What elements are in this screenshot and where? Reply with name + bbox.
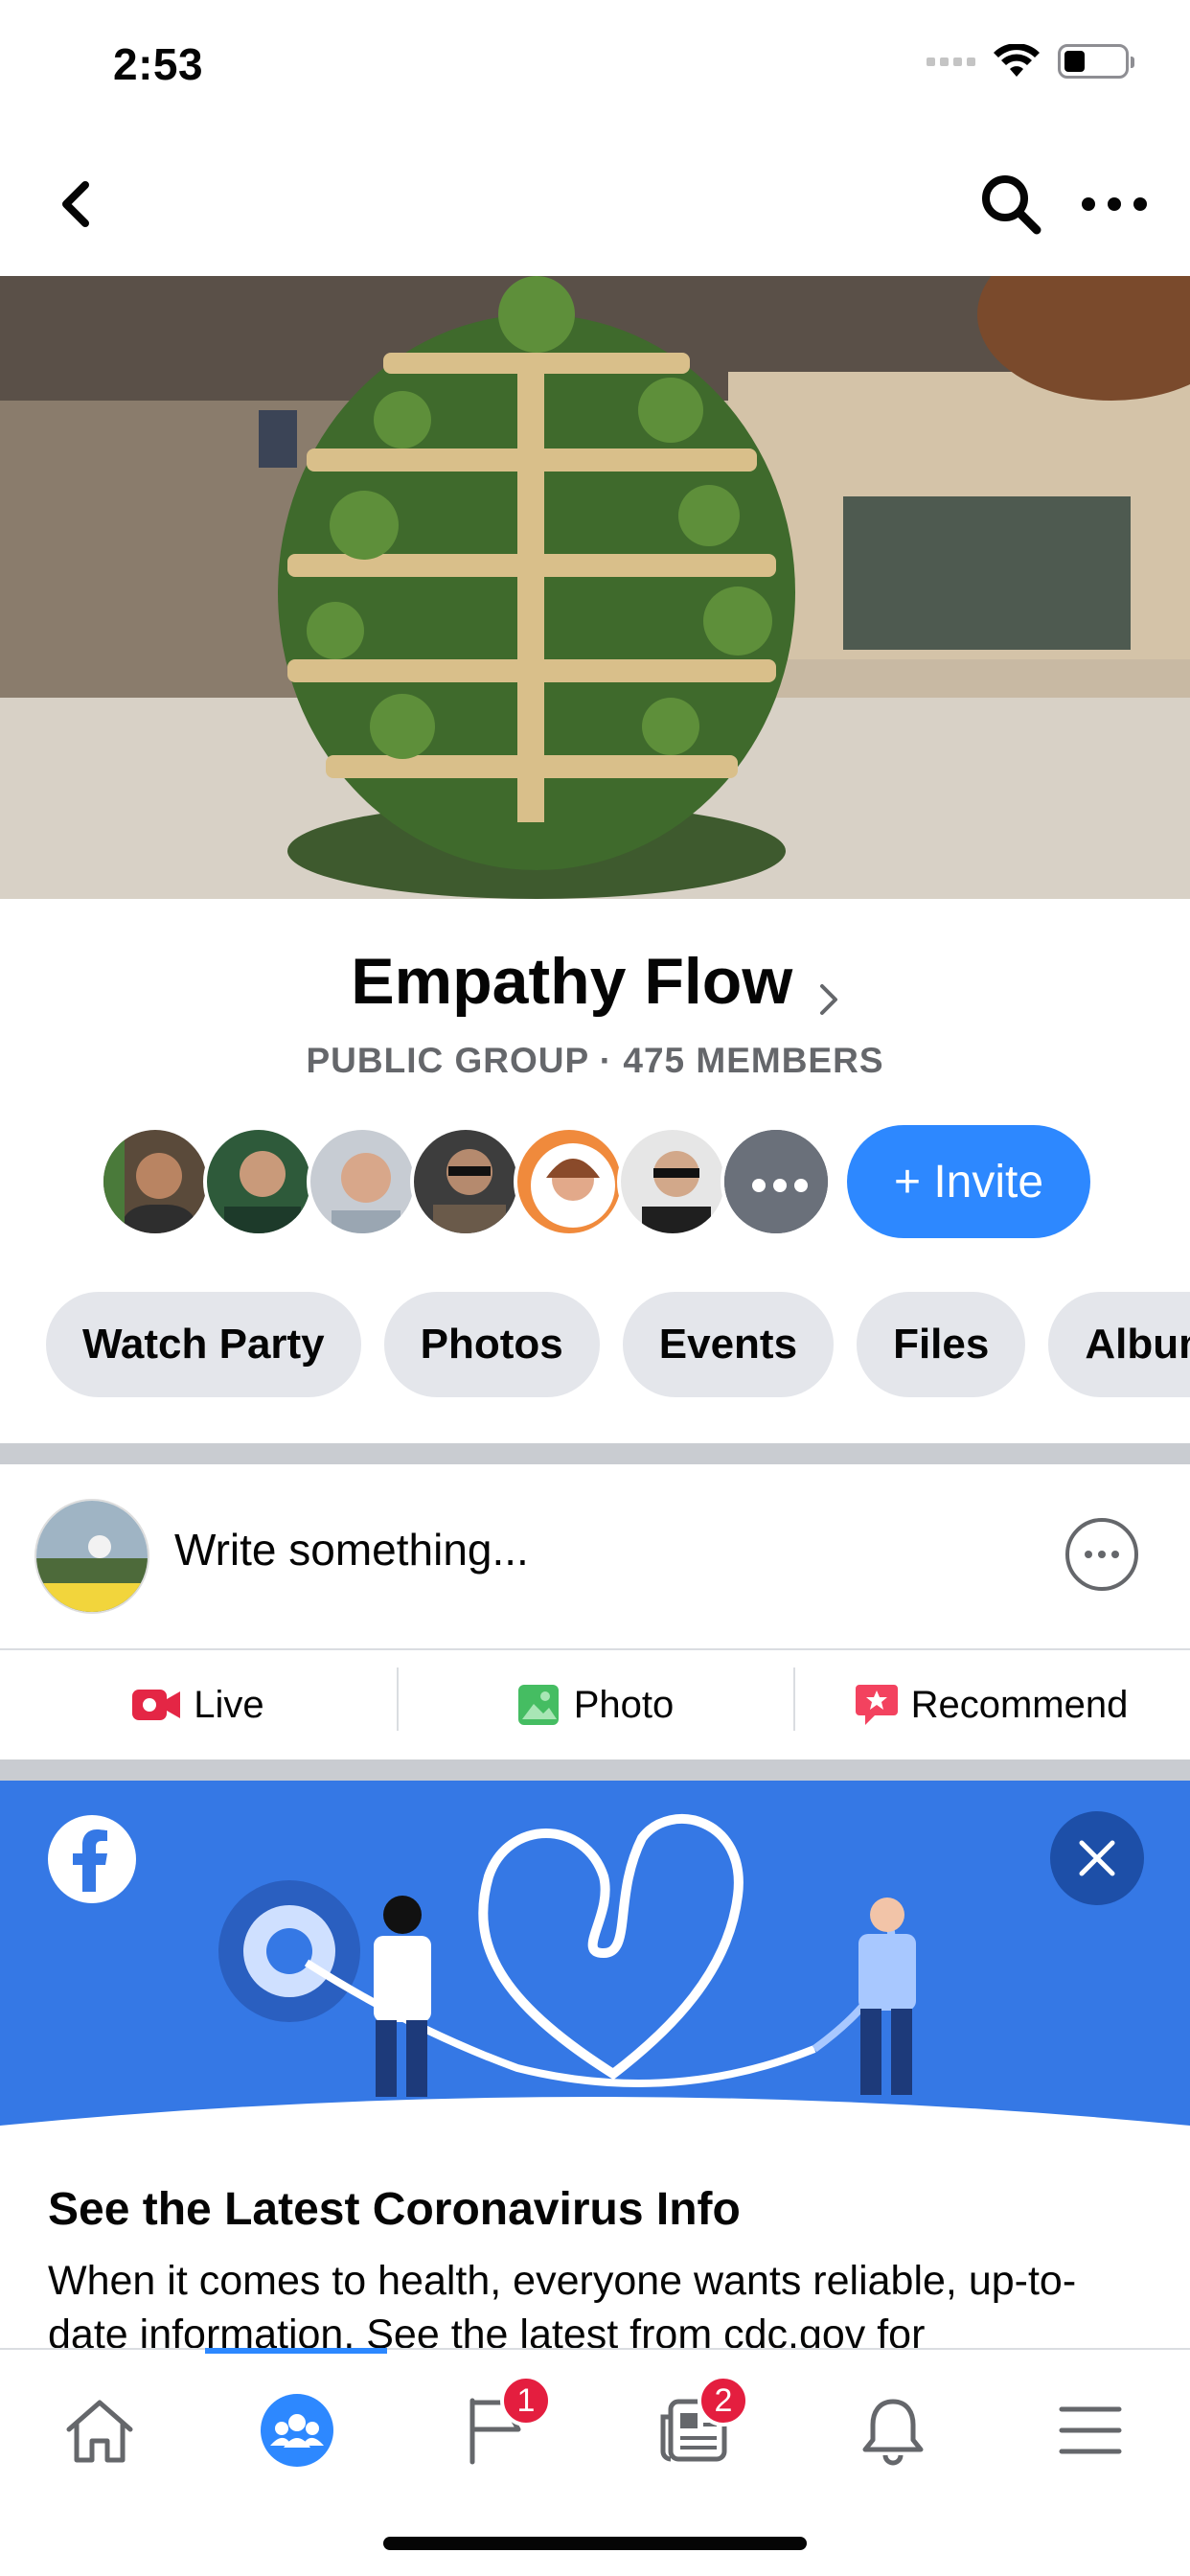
write-something-input[interactable]: Write something... [174,1524,529,1576]
close-icon [1079,1840,1115,1876]
divider [0,1648,1190,1650]
group-title-row[interactable]: Empathy Flow [0,944,1190,1019]
more-horizontal-icon [1082,197,1147,211]
chip-events[interactable]: Events [622,1292,835,1397]
recommend-icon [855,1685,898,1725]
tab-pages[interactable]: 1 [448,2375,552,2478]
wifi-icon [994,44,1040,77]
tab-menu[interactable] [1042,2382,1138,2478]
search-button[interactable] [977,171,1044,238]
member-avatar[interactable] [307,1126,418,1237]
recommend-label: Recommend [910,1683,1129,1726]
facebook-logo-icon [48,1815,136,1903]
groups-icon [261,2394,333,2467]
section-divider [0,1760,1190,1781]
chip-watch-party[interactable]: Watch Party [46,1292,361,1397]
group-section-chips: Watch Party Photos Events Files Albums [46,1292,1190,1397]
tab-notifications[interactable] [845,2382,941,2478]
nav-bar [0,134,1190,276]
menu-icon [1059,2406,1122,2454]
close-button[interactable] [1050,1811,1144,1905]
member-avatars[interactable] [100,1125,832,1238]
live-video-icon [132,1690,181,1720]
member-avatar[interactable] [617,1126,728,1237]
search-icon [982,175,1041,235]
member-avatar[interactable] [203,1126,314,1237]
news-badge: 2 [698,2375,749,2426]
live-label: Live [194,1683,264,1726]
status-bar: 2:53 [0,0,1190,134]
cover-illustration [0,276,1190,899]
group-meta: PUBLIC GROUP · 475 MEMBERS [306,1041,884,1080]
bell-icon [862,2399,924,2466]
groups-tab-indicator [205,2348,387,2354]
photo-button[interactable]: Photo [397,1652,793,1758]
status-time: 2:53 [113,39,204,89]
cellular-signal-icon [927,57,975,66]
composer-options-button[interactable] [1065,1518,1138,1591]
promo-banner [0,1781,1190,2145]
promo-body: When it comes to health, everyone wants … [48,2258,1077,2356]
health-illustration [0,1814,1190,2145]
section-divider [0,1443,1190,1464]
home-icon [66,2400,133,2463]
more-options-button[interactable] [1071,171,1157,238]
chevron-left-icon [62,181,89,227]
coronavirus-info-card[interactable]: See the Latest Coronavirus Info When it … [0,1781,1190,2356]
chevron-right-icon [819,983,837,1015]
chip-albums[interactable]: Albums [1048,1292,1190,1397]
post-composer[interactable]: Write something... [0,1464,1190,1650]
group-name[interactable]: Empathy Flow [351,945,792,1018]
group-cover-photo[interactable] [0,276,1190,899]
member-avatar[interactable] [100,1126,211,1237]
photo-icon [517,1685,559,1725]
tab-groups[interactable] [249,2382,345,2478]
tab-home[interactable] [52,2382,148,2478]
promo-title: See the Latest Coronavirus Info [48,2184,741,2235]
chip-photos[interactable]: Photos [383,1292,600,1397]
member-avatar-more[interactable] [721,1126,832,1237]
current-user-avatar[interactable] [34,1499,149,1614]
chip-files[interactable]: Files [857,1292,1026,1397]
back-button[interactable] [42,171,109,238]
invite-button[interactable]: + Invite [847,1125,1090,1238]
member-avatar[interactable] [410,1126,521,1237]
home-indicator [383,2537,807,2550]
composer-actions: Live Photo Recommend [0,1652,1190,1758]
status-icons [927,44,1134,79]
battery-level [1064,51,1085,72]
member-avatar[interactable] [514,1126,625,1237]
tab-news[interactable]: 2 [646,2375,749,2478]
recommend-button[interactable]: Recommend [793,1652,1190,1758]
battery-icon [1058,44,1134,79]
live-button[interactable]: Live [0,1652,397,1758]
photo-label: Photo [573,1683,675,1726]
pages-badge: 1 [500,2375,552,2426]
